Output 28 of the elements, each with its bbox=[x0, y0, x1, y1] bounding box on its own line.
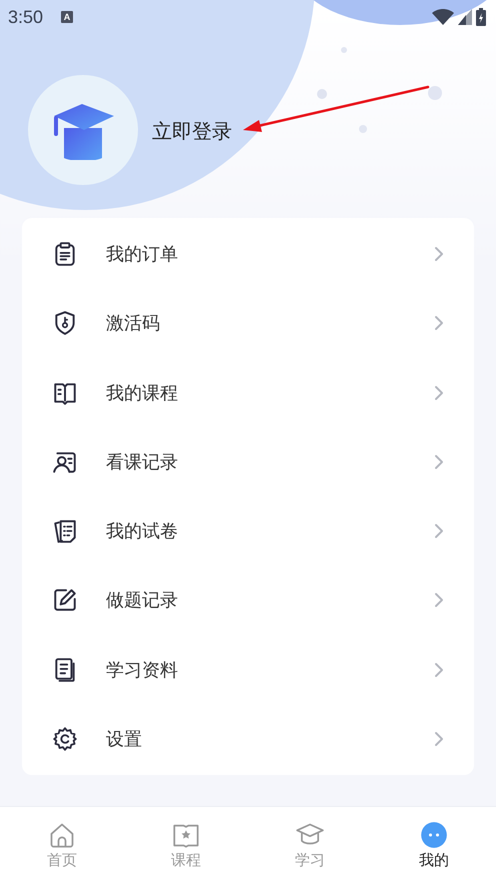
menu-item[interactable]: 学习资料 bbox=[22, 636, 474, 703]
wifi-icon bbox=[432, 9, 454, 25]
status-time: 3:50 bbox=[8, 6, 44, 28]
menu-item[interactable]: 我的课程 bbox=[22, 360, 474, 426]
chevron-right-icon bbox=[434, 315, 444, 332]
tab[interactable]: 我的 bbox=[372, 807, 496, 883]
notification-badge: A bbox=[61, 11, 74, 23]
menu-item[interactable]: 我的订单 bbox=[22, 221, 474, 288]
signal-icon bbox=[458, 9, 472, 25]
menu-item[interactable]: 做题记录 bbox=[22, 567, 474, 634]
login-link[interactable]: 立即登录 bbox=[152, 116, 232, 144]
menu-item[interactable]: 设置 bbox=[22, 706, 474, 772]
chevron-right-icon bbox=[434, 454, 444, 470]
chevron-right-icon bbox=[434, 592, 444, 608]
edit-icon bbox=[52, 587, 78, 614]
papers-icon bbox=[52, 518, 78, 544]
menu-item[interactable]: 激活码 bbox=[22, 290, 474, 356]
chevron-right-icon bbox=[434, 523, 444, 540]
chevron-right-icon bbox=[434, 730, 444, 747]
chevron-right-icon bbox=[434, 246, 444, 262]
chevron-right-icon bbox=[434, 384, 444, 401]
battery-icon bbox=[476, 8, 486, 26]
menu-item[interactable]: 我的试卷 bbox=[22, 498, 474, 564]
chevron-right-icon bbox=[434, 662, 444, 678]
face-icon bbox=[420, 820, 448, 848]
home-icon bbox=[48, 820, 76, 848]
menu-item[interactable]: 看课记录 bbox=[22, 428, 474, 495]
settings-icon bbox=[52, 726, 78, 752]
